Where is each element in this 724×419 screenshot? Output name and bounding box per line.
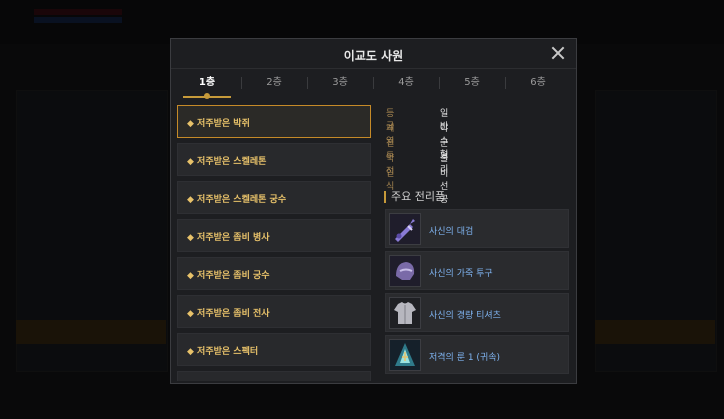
weakness-value: 불	[440, 154, 449, 164]
monster-name: ◆ 저주받은 좀비 전사	[187, 309, 270, 319]
monster-name: ◆ 저주받은 박쥐	[187, 119, 250, 129]
monster-name: ◆ 저주받은 좀비 궁수	[187, 271, 270, 281]
list-item[interactable]	[177, 371, 371, 381]
sword-icon	[389, 213, 421, 245]
list-item[interactable]: ◆ 저주받은 스켈레톤	[177, 143, 371, 176]
drop-item-name: 사신의 대검	[429, 227, 474, 237]
drop-item[interactable]: 사신의 경량 티셔츠	[385, 293, 569, 332]
list-item[interactable]: ◆ 저주받은 좀비 전사	[177, 295, 371, 328]
drop-item-name: 사신의 가죽 투구	[429, 269, 493, 279]
monster-name: ◆ 저주받은 스켈레톤	[187, 157, 267, 167]
tab-floor-6[interactable]: 6층	[506, 69, 570, 97]
list-item[interactable]: ◆ 저주받은 좀비 병사	[177, 219, 371, 252]
tab-floor-5[interactable]: 5층	[440, 69, 504, 97]
active-tab-marker	[204, 93, 210, 99]
drop-item[interactable]: 사신의 가죽 투구	[385, 251, 569, 290]
dungeon-info-modal: 이교도 사원 1층 2층 3층 4층 5층 6층 ◆ 저주받은 박쥐 ◆ 저주받…	[170, 38, 577, 384]
shirt-icon	[389, 297, 421, 329]
floor-tabs: 1층 2층 3층 4층 5층 6층	[175, 69, 573, 99]
tab-floor-3[interactable]: 3층	[308, 69, 372, 97]
list-item[interactable]: ◆ 저주받은 스펙터	[177, 333, 371, 366]
monster-name: ◆ 저주받은 스켈레톤 궁수	[187, 195, 287, 205]
list-item[interactable]: ◆ 저주받은 박쥐	[177, 105, 371, 138]
tab-floor-2[interactable]: 2층	[242, 69, 306, 97]
drop-item-name: 저격의 룬 1 (귀속)	[429, 353, 501, 363]
helmet-icon	[389, 255, 421, 287]
list-item[interactable]: ◆ 저주받은 좀비 궁수	[177, 257, 371, 290]
monster-name: ◆ 저주받은 스펙터	[187, 347, 259, 357]
modal-title: 이교도 사원	[343, 49, 404, 63]
modal-header: 이교도 사원	[171, 39, 576, 69]
monster-list: ◆ 저주받은 박쥐 ◆ 저주받은 스켈레톤 ◆ 저주받은 스켈레톤 궁수 ◆ 저…	[175, 101, 375, 381]
drop-item[interactable]: 사신의 대검	[385, 209, 569, 248]
list-item[interactable]: ◆ 저주받은 스켈레톤 궁수	[177, 181, 371, 214]
drop-item-name: 사신의 경량 티셔츠	[429, 311, 501, 321]
drop-item[interactable]: 저격의 룬 1 (귀속)	[385, 335, 569, 374]
tab-floor-4[interactable]: 4층	[374, 69, 438, 97]
monster-detail-panel: 등급 일반 계열 야수형 전투 근거리 약점 불 인식 비선공 주요 전리품 사…	[381, 101, 571, 381]
close-icon[interactable]	[548, 43, 568, 63]
recognition-label: 인식	[386, 169, 395, 192]
monster-name: ◆ 저주받은 좀비 병사	[187, 233, 270, 243]
rune-icon	[389, 339, 421, 371]
drops-section-title: 주요 전리품	[384, 191, 445, 203]
